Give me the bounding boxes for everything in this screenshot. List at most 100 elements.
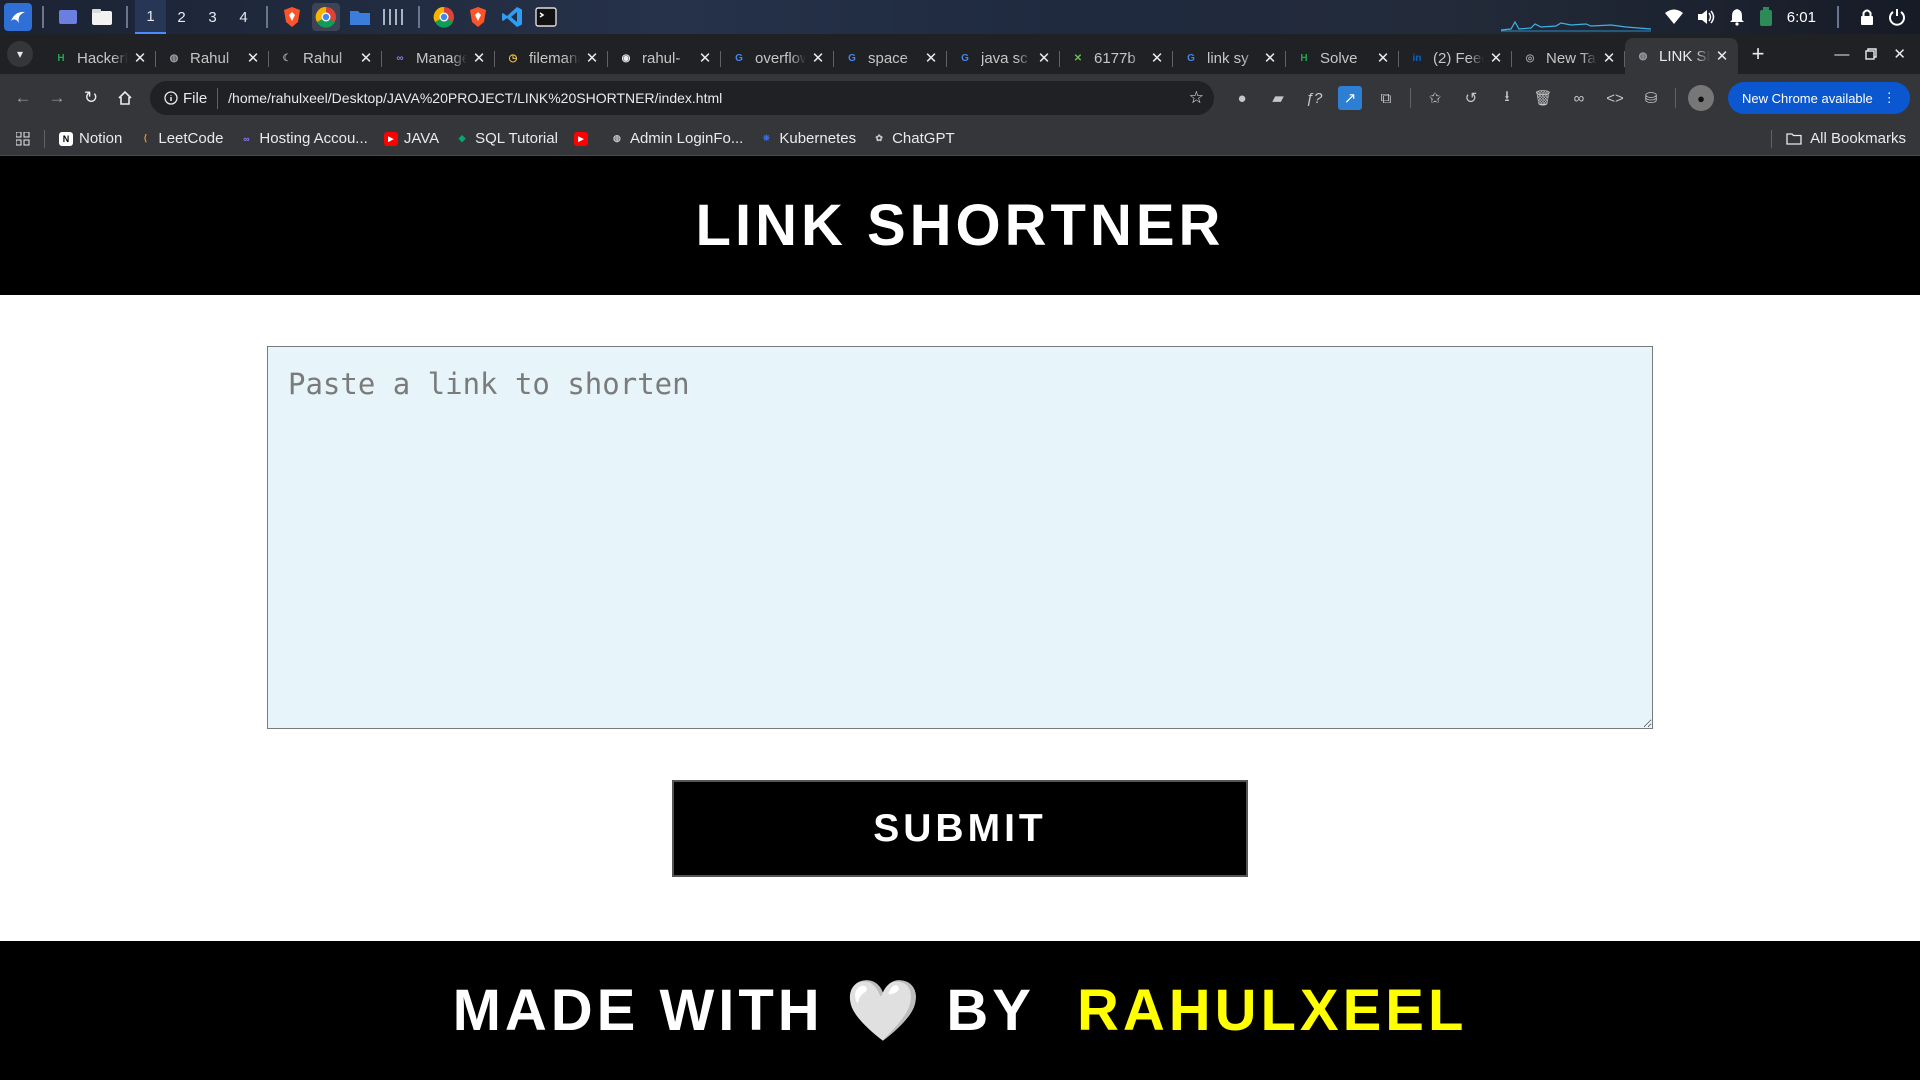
browser-tab[interactable]: ∞ Manage ✕ [382, 42, 495, 74]
tab-close-icon[interactable]: ✕ [1375, 49, 1391, 67]
devtools-code-icon[interactable]: <> [1603, 86, 1627, 110]
browser-tab[interactable]: Glink sy ✕ [1173, 42, 1286, 74]
brave-icon[interactable] [278, 3, 306, 31]
reading-list-icon[interactable]: ✩ [1423, 86, 1447, 110]
address-bar[interactable]: File /home/rahulxeel/Desktop/JAVA%20PROJ… [150, 81, 1214, 115]
restore-icon[interactable] [1865, 48, 1878, 60]
apps-grid-icon[interactable] [8, 125, 38, 153]
notification-bell-icon[interactable] [1729, 8, 1745, 26]
all-bookmarks-button[interactable]: All Bookmarks [1765, 129, 1920, 148]
tab-close-icon[interactable]: ✕ [1149, 49, 1165, 67]
tab-close-icon[interactable]: ✕ [471, 49, 487, 67]
reload-icon[interactable]: ↻ [74, 81, 108, 115]
close-window-icon[interactable]: ✕ [1893, 45, 1906, 63]
history-icon[interactable]: ↺ [1459, 86, 1483, 110]
bookmark-item[interactable]: N Notion [51, 125, 130, 153]
workspace-4[interactable]: 4 [228, 0, 259, 34]
youtube-icon: ▶ [573, 131, 588, 146]
desktop-icon[interactable] [54, 3, 82, 31]
extensions-puzzle-icon[interactable]: ⧉ [1374, 86, 1398, 110]
app-launcher-icon[interactable] [4, 3, 32, 31]
bookmark-item[interactable]: ▶ [566, 125, 602, 153]
tab-close-icon[interactable]: ✕ [245, 49, 261, 67]
browser-tab[interactable]: ◷ filemanager✕ [495, 42, 608, 74]
battery-icon[interactable] [1759, 7, 1773, 27]
extension-dot-icon[interactable]: ● [1230, 86, 1254, 110]
bookmark-item[interactable]: ✵ Kubernetes [751, 125, 864, 153]
download-icon[interactable]: ⭳ [1495, 86, 1519, 110]
chrome-icon: ◎ [1525, 52, 1535, 64]
browser-tab[interactable]: ☾ Rahul ✕ [269, 42, 382, 74]
tab-close-icon[interactable]: ✕ [1601, 49, 1617, 67]
extension-function-icon[interactable]: ƒ? [1302, 86, 1326, 110]
tab-close-icon[interactable]: ✕ [584, 49, 600, 67]
link-input[interactable] [267, 346, 1653, 729]
submit-button[interactable]: SUBMIT [672, 780, 1248, 877]
extension-folder-icon[interactable]: ▰ [1266, 86, 1290, 110]
site-info-chip[interactable]: File [160, 87, 219, 109]
clock[interactable]: 6:01 [1787, 9, 1816, 26]
browser-tab[interactable]: H HackerRank✕ [43, 42, 156, 74]
brave-icon[interactable] [464, 3, 492, 31]
trash-icon[interactable]: 🗑 [1531, 86, 1555, 110]
workspace-3[interactable]: 3 [197, 0, 228, 34]
bookmark-item[interactable]: ∞ Hosting Accou... [231, 125, 375, 153]
tab-close-icon[interactable]: ✕ [810, 49, 826, 67]
browser-tab[interactable]: ◉ rahul- ✕ [608, 42, 721, 74]
lock-icon[interactable] [1860, 8, 1874, 26]
workspace-2[interactable]: 2 [166, 0, 197, 34]
file-manager-icon[interactable] [88, 3, 116, 31]
x-icon: ✕ [1073, 52, 1083, 64]
tab-close-icon[interactable]: ✕ [923, 49, 939, 67]
site-info-label: File [183, 89, 208, 107]
google-icon: G [848, 52, 856, 64]
window-switcher-icon[interactable] [380, 3, 408, 31]
browser-tab[interactable]: ◎ New Tab✕ [1512, 42, 1625, 74]
tab-close-icon[interactable]: ✕ [697, 49, 713, 67]
tab-close-icon[interactable]: ✕ [1036, 49, 1052, 67]
bookmark-item[interactable]: ⟨ LeetCode [130, 125, 231, 153]
tab-close-icon[interactable]: ✕ [1488, 49, 1504, 67]
more-menu-icon[interactable]: ⋮ [1883, 90, 1896, 106]
incognito-icon[interactable]: ⛁ [1639, 86, 1663, 110]
chatgpt-icon: ✿ [875, 133, 883, 143]
back-icon[interactable]: ← [6, 81, 40, 115]
folder-icon[interactable] [346, 3, 374, 31]
minimize-icon[interactable]: ― [1834, 46, 1849, 63]
profile-avatar[interactable]: ● [1688, 85, 1714, 111]
tab-search-icon[interactable]: ▾ [7, 41, 33, 67]
tab-close-icon[interactable]: ✕ [132, 49, 148, 67]
new-tab-button[interactable]: + [1744, 40, 1772, 68]
url-text[interactable]: /home/rahulxeel/Desktop/JAVA%20PROJECT/L… [228, 90, 1189, 106]
tab-close-icon[interactable]: ✕ [1714, 47, 1730, 65]
bookmark-item[interactable]: ◍ Admin LoginFo... [602, 125, 751, 153]
browser-tab[interactable]: ◍ LINK SHORTNER✕ [1625, 38, 1738, 74]
workspace-1[interactable]: 1 [135, 0, 166, 34]
browser-tab[interactable]: in (2) Feed✕ [1399, 42, 1512, 74]
bookmark-item[interactable]: ▶ JAVA [376, 125, 447, 153]
vscode-icon[interactable] [498, 3, 526, 31]
browser-tab[interactable]: Goverflow ✕ [721, 42, 834, 74]
tab-label: New Tab [1546, 49, 1597, 67]
chrome-icon[interactable] [312, 3, 340, 31]
browser-tab[interactable]: ◍ Rahul ✕ [156, 42, 269, 74]
extension-arrow-icon[interactable]: ↗ [1338, 86, 1362, 110]
bookmark-item[interactable]: ◆ SQL Tutorial [447, 125, 566, 153]
wifi-icon[interactable] [1664, 9, 1683, 25]
home-icon[interactable] [108, 81, 142, 115]
chrome-icon[interactable] [430, 3, 458, 31]
chrome-update-button[interactable]: New Chrome available ⋮ [1728, 82, 1910, 114]
power-icon[interactable] [1888, 8, 1906, 26]
tab-close-icon[interactable]: ✕ [1262, 49, 1278, 67]
browser-tab[interactable]: H Solve ✕ [1286, 42, 1399, 74]
browser-tab[interactable]: Gjava sc ✕ [947, 42, 1060, 74]
tab-close-icon[interactable]: ✕ [358, 49, 374, 67]
volume-icon[interactable] [1697, 9, 1715, 25]
bookmark-item[interactable]: ✿ ChatGPT [864, 125, 963, 153]
browser-tab[interactable]: ✕ 6177b ✕ [1060, 42, 1173, 74]
bookmark-star-icon[interactable]: ☆ [1189, 88, 1204, 108]
link-icon[interactable]: ∞ [1567, 86, 1591, 110]
forward-icon[interactable]: → [40, 81, 74, 115]
browser-tab[interactable]: Gspace ✕ [834, 42, 947, 74]
terminal-icon[interactable] [532, 3, 560, 31]
